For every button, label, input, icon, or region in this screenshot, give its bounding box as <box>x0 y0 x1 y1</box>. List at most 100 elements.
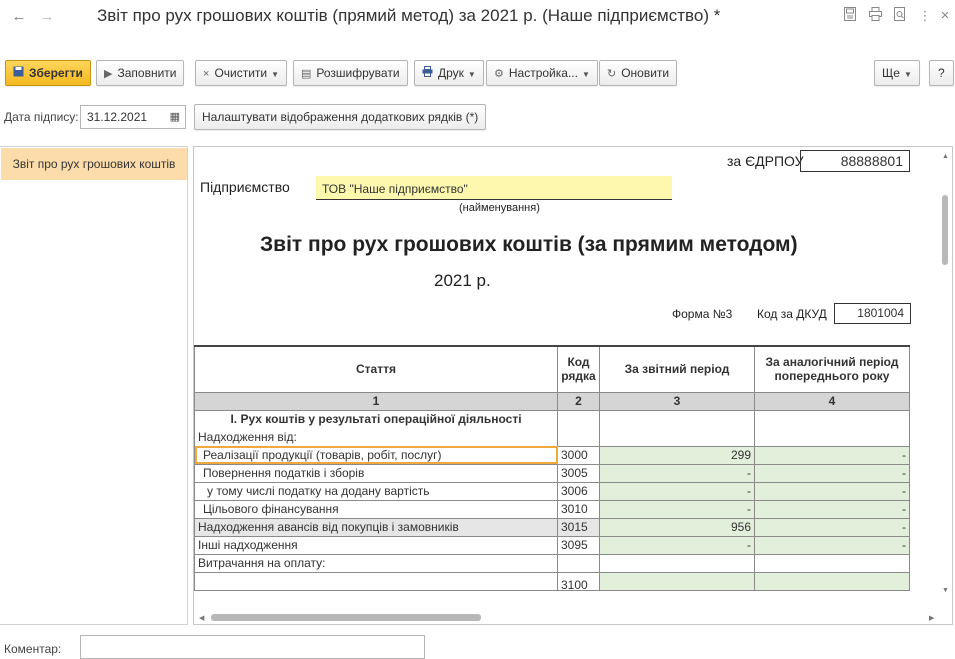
forward-button[interactable]: → <box>38 8 56 26</box>
dkud-value: 1801004 <box>834 303 911 324</box>
row-code: 3005 <box>557 463 600 483</box>
clear-button-label: Очистити <box>214 66 268 80</box>
horizontal-scrollbar[interactable]: ◀ ▶ <box>194 611 952 624</box>
row-previous[interactable]: - <box>754 499 910 519</box>
extra-rows-settings-button[interactable]: Налаштувати відображення додаткових рядк… <box>194 104 487 130</box>
decode-button[interactable]: ▤ Розшифрувати <box>293 60 408 86</box>
column-number: 3 <box>599 391 755 411</box>
scroll-right-icon[interactable]: ▶ <box>929 614 934 622</box>
section-heading: І. Рух коштів у результаті операційної д… <box>194 409 558 428</box>
signing-date-label: Дата підпису: <box>4 110 79 124</box>
settings-button[interactable]: ⚙ Настройка... ▼ <box>486 60 598 86</box>
enterprise-name-field[interactable]: ТОВ "Наше підприємство" <box>316 176 672 200</box>
column-header-current: За звітний період <box>599 345 755 393</box>
refresh-button-label: Оновити <box>621 66 670 80</box>
comment-label: Коментар: <box>4 642 62 656</box>
row-name[interactable]: Надходження авансів від покупців і замов… <box>194 517 558 537</box>
dkud-label: Код за ДКУД <box>757 307 827 321</box>
column-header-article: Стаття <box>194 345 558 393</box>
save-icon[interactable] <box>842 7 858 25</box>
row-previous[interactable]: - <box>754 517 910 537</box>
column-number: 4 <box>754 391 910 411</box>
table-row: Повернення податків і зборів 3005 - - <box>194 463 910 483</box>
row-code: 3010 <box>557 499 600 519</box>
row-current[interactable]: 956 <box>599 517 755 537</box>
report-spreadsheet[interactable]: за ЄДРПОУ 88888801 Підприємство ТОВ "Наш… <box>193 146 953 625</box>
fill-button-label: Заповнити <box>117 66 177 80</box>
signing-date-value: 31.12.2021 <box>87 110 148 124</box>
save-button[interactable]: Зберегти <box>5 60 91 86</box>
more-icon[interactable]: ⋮ <box>917 7 933 25</box>
report-table: Стаття Код рядка За звітний період За ан… <box>194 345 910 591</box>
row-name[interactable]: у тому числі податку на додану вартість <box>194 481 558 501</box>
window-title: Звіт про рух грошових коштів (прямий мет… <box>97 6 721 25</box>
row-current[interactable]: - <box>599 463 755 483</box>
signing-date-field[interactable]: 31.12.2021 ▦ <box>80 105 186 129</box>
table-row: у тому числі податку на додану вартість … <box>194 481 910 501</box>
table-row: Інші надходження 3095 - - <box>194 535 910 555</box>
help-button[interactable]: ? <box>929 60 954 86</box>
vertical-scrollbar[interactable]: ▲ ▼ <box>938 147 952 613</box>
printer-icon <box>422 62 433 86</box>
chevron-down-icon: ▼ <box>467 70 476 79</box>
refresh-icon: ↻ <box>607 68 617 80</box>
preview-icon[interactable] <box>892 7 908 25</box>
more-button[interactable]: Ще ▼ <box>874 60 920 86</box>
column-header-previous: За аналогічний період попереднього року <box>754 345 910 393</box>
scroll-left-icon[interactable]: ◀ <box>199 614 204 622</box>
row-previous[interactable]: - <box>754 463 910 483</box>
table-row: Цільового фінансування 3010 - - <box>194 499 910 519</box>
row-code: 3000 <box>557 445 600 465</box>
form-label: Форма №3 <box>672 307 733 321</box>
settings-icon: ⚙ <box>494 68 504 80</box>
close-icon[interactable]: × <box>937 7 953 25</box>
sidebar: Звіт про рух грошових коштів <box>0 146 188 625</box>
row-name[interactable]: Цільового фінансування <box>194 499 558 519</box>
row-previous[interactable]: - <box>754 535 910 555</box>
calendar-icon[interactable]: ▦ <box>170 106 180 128</box>
row-previous[interactable]: - <box>754 445 910 465</box>
table-row: Надходження авансів від покупців і замов… <box>194 517 910 537</box>
receipts-label: Надходження від: <box>194 428 558 447</box>
vertical-scroll-thumb[interactable] <box>942 195 948 265</box>
document-icon: ▤ <box>301 68 312 80</box>
row-code: 3015 <box>557 517 600 537</box>
edrpou-label: за ЄДРПОУ <box>727 153 804 169</box>
column-header-code: Код рядка <box>557 345 600 393</box>
row-name[interactable]: Реалізації продукції (товарів, робіт, по… <box>194 445 558 465</box>
row-previous[interactable]: - <box>754 481 910 501</box>
fill-button[interactable]: ▶ Заповнити <box>96 60 185 86</box>
play-icon: ▶ <box>104 68 113 80</box>
row-current[interactable]: - <box>599 481 755 501</box>
scroll-up-icon[interactable]: ▲ <box>942 153 949 160</box>
enterprise-caption: (найменування) <box>459 202 540 214</box>
row-code: 3095 <box>557 535 600 555</box>
row-name[interactable]: Повернення податків і зборів <box>194 463 558 483</box>
horizontal-scroll-thumb[interactable] <box>211 614 481 621</box>
sidebar-item-cash-flow[interactable]: Звіт про рух грошових коштів <box>1 148 187 180</box>
scroll-down-icon[interactable]: ▼ <box>942 587 949 594</box>
table-row: 3100 <box>194 571 910 591</box>
enterprise-name: ТОВ "Наше підприємство" <box>322 182 468 196</box>
row-code: 3100 <box>557 571 600 591</box>
refresh-button[interactable]: ↻ Оновити <box>599 60 678 86</box>
chevron-down-icon: ▼ <box>581 70 590 79</box>
save-button-label: Зберегти <box>29 66 83 80</box>
row-current[interactable]: - <box>599 535 755 555</box>
row-name[interactable]: Інші надходження <box>194 535 558 555</box>
floppy-icon <box>13 62 24 86</box>
report-heading: Звіт про рух грошових коштів (за прямим … <box>260 233 798 256</box>
report-period: 2021 р. <box>434 271 491 290</box>
comment-field[interactable] <box>80 635 425 659</box>
row-current[interactable]: 299 <box>599 445 755 465</box>
print-icon[interactable] <box>867 7 883 25</box>
column-number: 2 <box>557 391 600 411</box>
x-icon: × <box>203 68 210 80</box>
row-current[interactable]: - <box>599 499 755 519</box>
chevron-down-icon: ▼ <box>271 70 280 79</box>
print-button-label: Друк <box>438 66 464 80</box>
back-button[interactable]: ← <box>10 8 28 26</box>
print-button[interactable]: Друк ▼ <box>414 60 484 86</box>
clear-button[interactable]: × Очистити ▼ <box>195 60 288 86</box>
more-button-label: Ще <box>882 66 900 80</box>
